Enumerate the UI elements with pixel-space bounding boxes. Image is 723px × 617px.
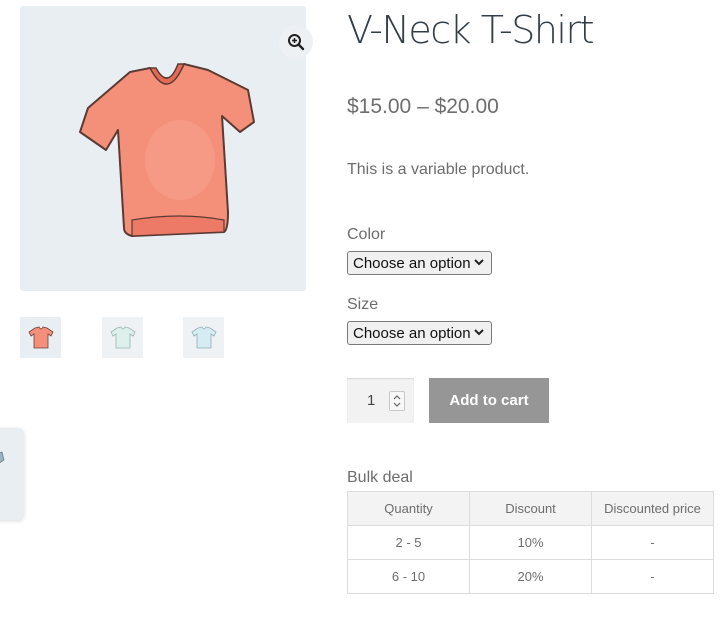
header-discounted-price: Discounted price bbox=[591, 491, 714, 526]
tshirt-thumb-icon bbox=[27, 326, 54, 348]
add-to-cart-button[interactable]: Add to cart bbox=[429, 378, 549, 423]
quantity-value: 1 bbox=[367, 392, 376, 409]
thumbnail-salmon-tshirt[interactable] bbox=[20, 317, 61, 358]
cell-quantity: 2 - 5 bbox=[347, 525, 470, 560]
tshirt-partial-icon bbox=[0, 451, 5, 464]
thumbnail-mint-tshirt[interactable] bbox=[102, 317, 143, 358]
header-discount: Discount bbox=[469, 491, 592, 526]
quantity-spinner[interactable] bbox=[389, 391, 405, 411]
color-label: Color bbox=[347, 226, 386, 243]
cell-discounted-price: - bbox=[591, 525, 714, 560]
chevron-down-icon bbox=[474, 259, 484, 266]
table-row: 2 - 5 10% - bbox=[347, 525, 714, 560]
product-main-image[interactable] bbox=[20, 6, 313, 291]
product-description: This is a variable product. bbox=[347, 161, 530, 178]
size-label: Size bbox=[347, 296, 379, 313]
table-header-row: Quantity Discount Discounted price bbox=[347, 491, 714, 526]
color-select[interactable]: Choose an option bbox=[347, 251, 492, 275]
color-select-value: Choose an option bbox=[353, 254, 471, 272]
spinner-arrows-icon bbox=[393, 395, 401, 407]
zoom-in-icon bbox=[288, 34, 305, 51]
tshirt-thumb-icon bbox=[190, 326, 217, 348]
side-panel-tab[interactable] bbox=[0, 428, 24, 520]
bulk-deal-label: Bulk deal bbox=[347, 469, 413, 486]
product-title: V-Neck T-Shirt bbox=[347, 8, 594, 52]
header-quantity: Quantity bbox=[347, 491, 470, 526]
cell-quantity: 6 - 10 bbox=[347, 559, 470, 594]
thumbnail-light-blue-tshirt[interactable] bbox=[183, 317, 224, 358]
table-row: 6 - 10 20% - bbox=[347, 559, 714, 594]
bulk-deal-table: Quantity Discount Discounted price 2 - 5… bbox=[347, 491, 714, 594]
cell-discount: 10% bbox=[469, 525, 592, 560]
tshirt-thumb-icon bbox=[109, 326, 136, 348]
cell-discounted-price: - bbox=[591, 559, 714, 594]
size-select-value: Choose an option bbox=[353, 324, 471, 342]
product-price: $15.00 – $20.00 bbox=[347, 95, 499, 118]
zoom-button[interactable] bbox=[279, 25, 313, 59]
quantity-stepper[interactable]: 1 bbox=[347, 378, 414, 423]
cell-discount: 20% bbox=[469, 559, 592, 594]
size-select[interactable]: Choose an option bbox=[347, 321, 492, 345]
tshirt-image bbox=[79, 63, 255, 237]
chevron-down-icon bbox=[474, 329, 484, 336]
